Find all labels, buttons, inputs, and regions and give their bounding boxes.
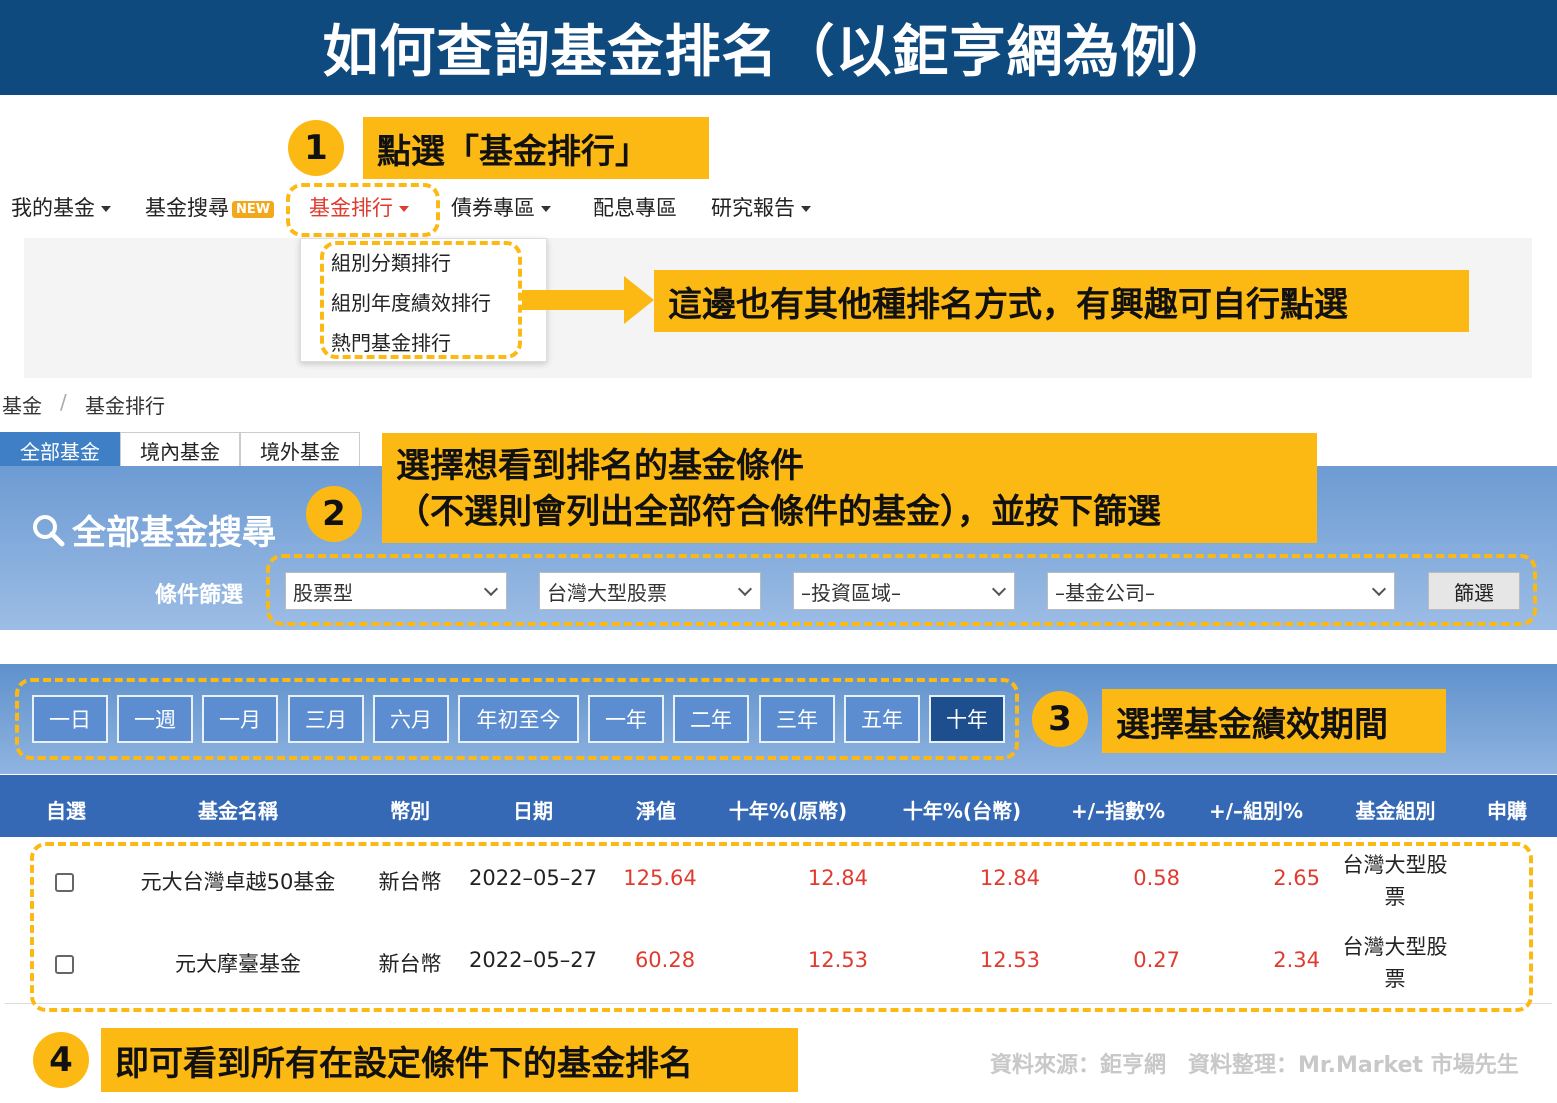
step-4-badge: 4 bbox=[33, 1032, 89, 1088]
step-3-badge: 3 bbox=[1032, 691, 1088, 747]
col-header-return-twd[interactable]: 十年%(台幣) bbox=[892, 795, 1032, 824]
arrow-head-icon bbox=[624, 276, 654, 324]
new-badge: NEW bbox=[232, 200, 275, 218]
col-header-currency[interactable]: 幣別 bbox=[370, 795, 450, 824]
search-icon bbox=[33, 514, 65, 546]
highlight-filters bbox=[266, 554, 1537, 626]
nav-my-funds[interactable]: 我的基金 bbox=[11, 192, 111, 222]
step-2-callout: 選擇想看到排名的基金條件 （不選則會列出全部符合條件的基金），並按下篩選 bbox=[382, 433, 1317, 543]
highlight-periods bbox=[15, 678, 1019, 760]
source-credit: 資料來源：鉅亨網 資料整理：Mr.Market 市場先生 bbox=[990, 1053, 1519, 1078]
tab-domestic-funds[interactable]: 境內基金 bbox=[120, 432, 240, 468]
step-4-callout: 即可看到所有在設定條件下的基金排名 bbox=[101, 1028, 798, 1092]
page-title: 如何查詢基金排名（以鉅亨網為例） bbox=[0, 0, 1557, 95]
col-header-date[interactable]: 日期 bbox=[483, 795, 583, 824]
step-2-badge: 2 bbox=[306, 486, 362, 542]
col-header-watch: 自選 bbox=[46, 799, 86, 823]
caret-down-icon bbox=[801, 206, 811, 212]
col-header-fund-group[interactable]: 基金組別 bbox=[1338, 795, 1453, 824]
caret-down-icon bbox=[541, 206, 551, 212]
nav-bonds[interactable]: 債券專區 bbox=[451, 192, 551, 222]
col-header-vs-group[interactable]: +/–組別% bbox=[1196, 795, 1316, 824]
filter-label: 條件篩選 bbox=[155, 583, 244, 608]
extra-ranking-callout: 這邊也有其他種排名方式，有興趣可自行點選 bbox=[654, 270, 1469, 332]
arrow-right-icon bbox=[522, 290, 627, 310]
nav-fund-search[interactable]: 基金搜尋 NEW bbox=[145, 192, 275, 222]
caret-down-icon bbox=[101, 206, 111, 212]
tab-all-funds[interactable]: 全部基金 bbox=[0, 432, 120, 468]
search-panel-title: 全部基金搜尋 bbox=[30, 505, 276, 554]
tab-offshore-funds[interactable]: 境外基金 bbox=[240, 432, 360, 468]
col-header-return-orig[interactable]: 十年%(原幣) bbox=[718, 795, 858, 824]
highlight-nav-ranking bbox=[286, 183, 440, 237]
col-header-subscribe: 申購 bbox=[1487, 799, 1527, 823]
col-header-nav[interactable]: 淨值 bbox=[616, 795, 696, 824]
step-1-badge: 1 bbox=[288, 120, 344, 176]
nav-dividend[interactable]: 配息專區 bbox=[593, 192, 677, 222]
breadcrumb-separator: / bbox=[60, 390, 67, 414]
highlight-dropdown bbox=[320, 241, 522, 359]
col-header-fund-name[interactable]: 基金名稱 bbox=[158, 795, 318, 824]
step-3-callout: 選擇基金績效期間 bbox=[1102, 689, 1446, 753]
breadcrumb-root[interactable]: 基金 bbox=[2, 390, 42, 419]
step-2-line-1: 選擇想看到排名的基金條件 bbox=[396, 446, 804, 486]
step-1-callout: 點選「基金排行」 bbox=[363, 117, 709, 179]
col-header-vs-index[interactable]: +/–指數% bbox=[1058, 795, 1178, 824]
highlight-results bbox=[30, 842, 1533, 1012]
breadcrumb-current: 基金排行 bbox=[85, 394, 165, 418]
nav-research[interactable]: 研究報告 bbox=[711, 192, 811, 222]
step-2-line-2: （不選則會列出全部符合條件的基金），並按下篩選 bbox=[396, 492, 1161, 532]
